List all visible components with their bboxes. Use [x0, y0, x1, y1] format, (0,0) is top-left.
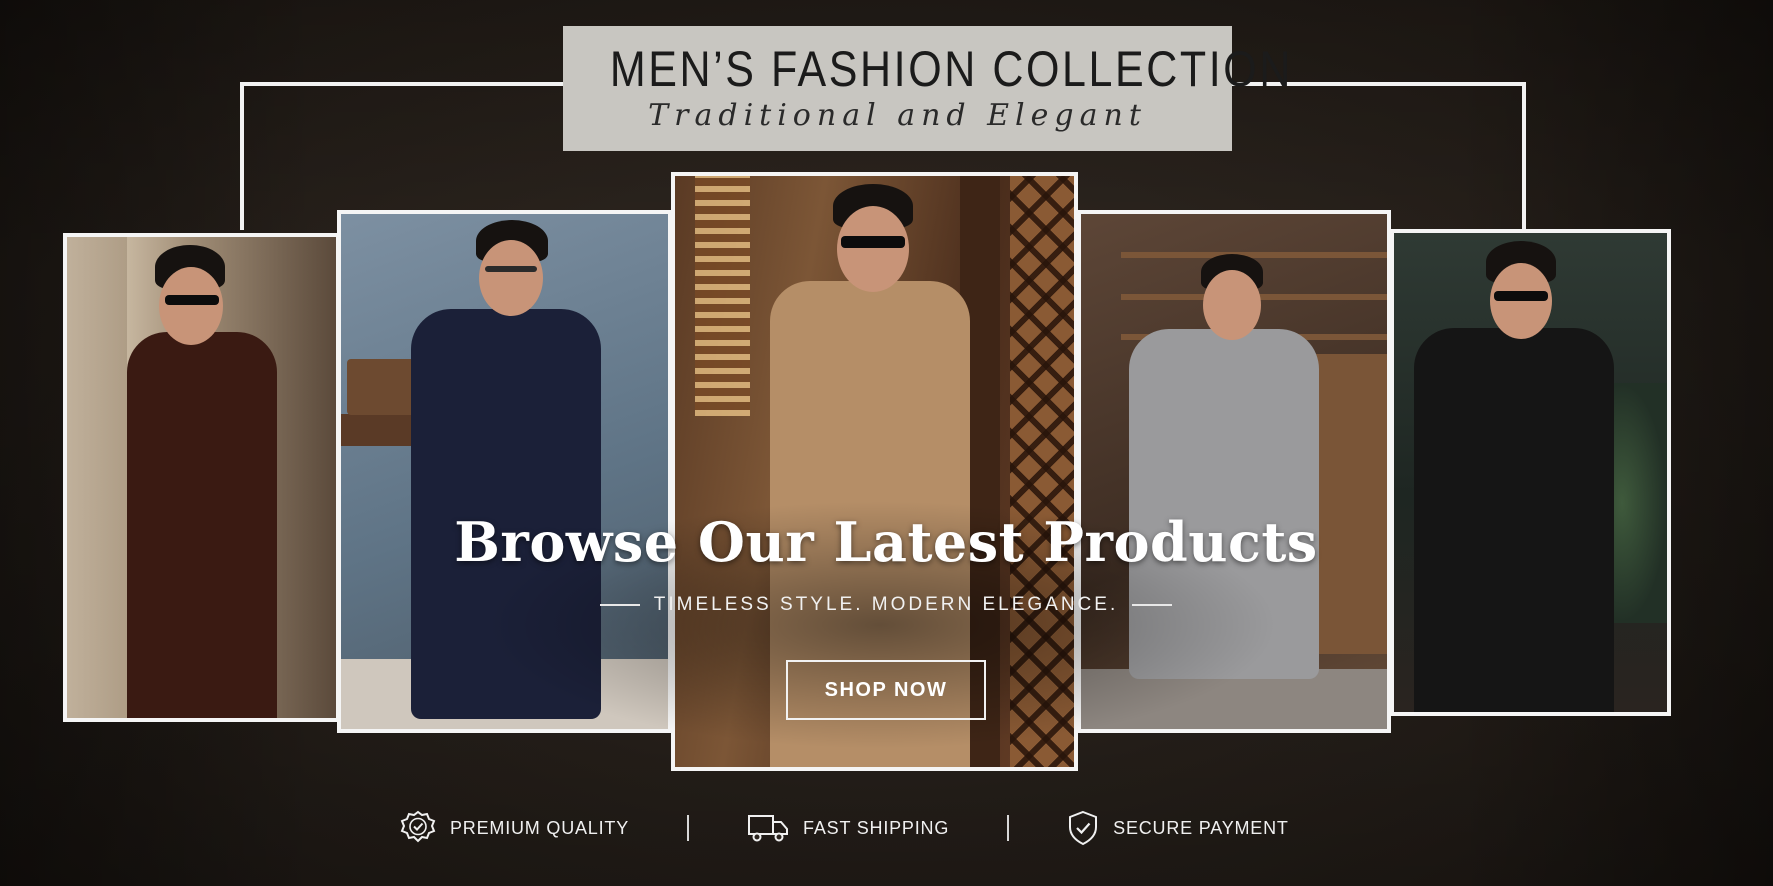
- shop-now-button[interactable]: SHOP NOW: [786, 660, 986, 720]
- feature-bar: PREMIUM QUALITY FAST SHIPPING SECURE PAY…: [400, 806, 1380, 850]
- feature-label: PREMIUM QUALITY: [450, 817, 630, 838]
- feature-divider: [1007, 815, 1010, 841]
- product-photo-grey-kurta[interactable]: [1077, 210, 1391, 733]
- page-title: MEN’S FASHION COLLECTION: [609, 41, 1293, 97]
- sunglasses: [1494, 291, 1548, 301]
- hero-headline: Browse Our Latest Products: [454, 510, 1318, 574]
- feature-label: SECURE PAYMENT: [1113, 817, 1289, 838]
- truck-icon: [747, 812, 789, 844]
- feature-premium-quality: PREMIUM QUALITY: [400, 810, 629, 846]
- product-photo-black-kurta[interactable]: [1390, 229, 1671, 716]
- feature-secure-payment: SECURE PAYMENT: [1067, 810, 1289, 846]
- feature-fast-shipping: FAST SHIPPING: [747, 812, 949, 844]
- eyeglasses: [485, 266, 537, 272]
- product-photo-navy-kurta[interactable]: [337, 210, 672, 733]
- feature-divider: [687, 815, 690, 841]
- sunglasses: [841, 236, 905, 248]
- tagline-dash-left: [599, 604, 640, 606]
- hero-tagline: TIMELESS STYLE. MODERN ELEGANCE.: [653, 594, 1119, 615]
- tagline-dash-right: [1132, 604, 1173, 606]
- model-figure: [1414, 328, 1614, 712]
- title-banner: MEN’S FASHION COLLECTION Traditional and…: [563, 26, 1293, 151]
- sunglasses: [165, 295, 219, 305]
- product-photo-brown-kurta[interactable]: [63, 233, 340, 722]
- model-figure: [127, 332, 277, 718]
- badge-check-icon: [400, 810, 436, 846]
- page-subtitle: Traditional and Elegant: [648, 98, 1147, 133]
- wooden-lattice: [1010, 176, 1074, 767]
- feature-label: FAST SHIPPING: [803, 817, 950, 838]
- model-figure: [1129, 329, 1319, 679]
- shield-check-icon: [1067, 810, 1099, 846]
- tagline-row: TIMELESS STYLE. MODERN ELEGANCE.: [556, 594, 1216, 616]
